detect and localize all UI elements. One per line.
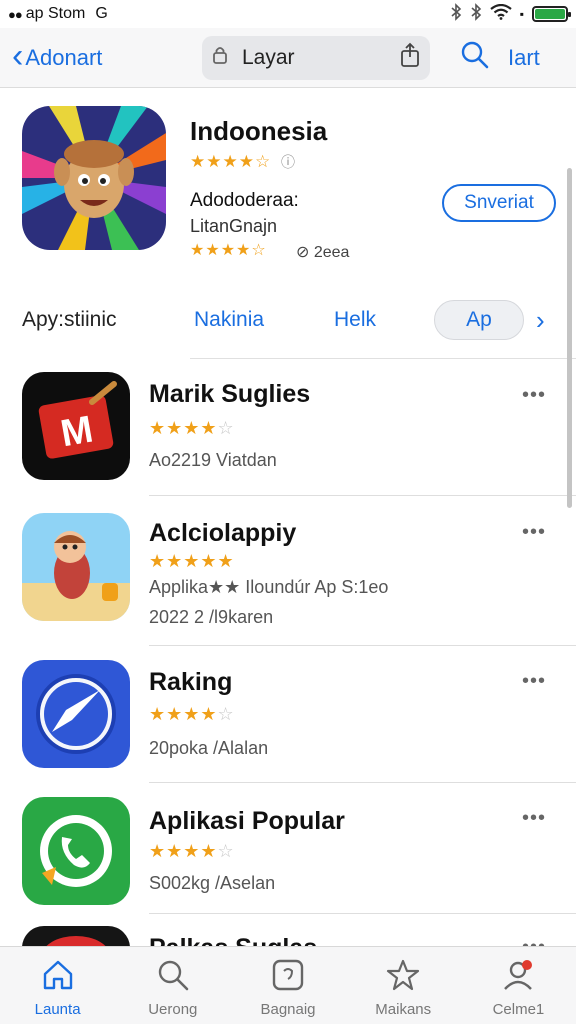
carrier-label: ap Stom <box>25 5 86 22</box>
tab-label: Bagnaig <box>260 1001 316 1018</box>
status-bar: ●● ap Stom G ▪ <box>0 0 576 28</box>
app-name: Marik Suglies <box>149 380 311 408</box>
featured-app-icon <box>22 106 166 250</box>
star-icon <box>385 957 421 997</box>
featured-rating-secondary: ★★★★☆ <box>190 242 267 259</box>
rating-empty-star: ☆ <box>217 418 235 438</box>
app-rating: ★★★★☆ <box>149 418 235 439</box>
tab-helk[interactable]: Helk <box>334 308 376 332</box>
app-name: Raking <box>149 668 233 696</box>
category-tabs: Apy:stiinic Nakinia Helk Ap › <box>0 290 576 350</box>
globe-label: G <box>95 5 108 22</box>
app-meta: Ao2219 Viatdan <box>149 450 277 470</box>
get-button[interactable]: Snveriat <box>442 184 556 222</box>
divider <box>149 495 576 496</box>
chevron-right-icon[interactable]: › <box>536 305 545 336</box>
home-icon <box>40 957 76 997</box>
bluetooth-icon <box>450 2 462 26</box>
apps-icon <box>270 957 306 997</box>
divider <box>149 913 576 914</box>
rating-empty-star: ☆ <box>217 841 235 861</box>
info-icon[interactable]: ⓘ <box>281 154 296 170</box>
divider <box>149 645 576 646</box>
app-icon: M <box>22 372 130 480</box>
app-icon <box>22 926 130 946</box>
signal-dots: ●● <box>8 6 23 22</box>
featured-rating: ★★★★☆ ⓘ <box>190 152 296 172</box>
back-label: Adonart <box>25 44 103 70</box>
tab-ap[interactable]: Ap <box>434 300 524 340</box>
nav-right-button[interactable]: Iart <box>508 45 540 71</box>
divider <box>149 782 576 783</box>
app-rating: ★★★★☆ <box>149 841 235 862</box>
list-item[interactable]: Palkas Suglas ••• <box>0 926 576 946</box>
search-field[interactable]: Layar <box>202 35 430 80</box>
app-meta-secondary: 2022 2 /l9karen <box>149 607 274 627</box>
tab-label: Maikans <box>375 1001 432 1018</box>
share-icon[interactable] <box>400 42 420 74</box>
search-text: Layar <box>242 45 295 69</box>
more-options-button[interactable]: ••• <box>522 521 546 544</box>
tab-nakinia[interactable]: Nakinia <box>194 308 264 332</box>
tab-launta[interactable]: Launta <box>0 947 115 1024</box>
tab-bar: Launta Uerong Bagnaig Maikans Celme1 <box>0 946 576 1024</box>
back-button[interactable]: ‹ Adonart <box>12 39 202 73</box>
app-meta: Applika★★ Iloundúr Ap S:1eo <box>149 577 389 597</box>
bars-icon: ▪ <box>519 7 524 21</box>
lock-icon <box>212 45 228 71</box>
divider <box>190 358 576 359</box>
more-options-button[interactable]: ••• <box>522 936 546 946</box>
list-item[interactable]: Aplikasi Popular ★★★★☆ S002kg /Aselan ••… <box>0 795 576 919</box>
app-icon <box>22 797 130 905</box>
app-name: Palkas Suglas <box>149 934 317 946</box>
tab-celme1[interactable]: Celme1 <box>461 947 576 1024</box>
app-meta: 20poka /Alalan <box>149 738 269 758</box>
more-options-button[interactable]: ••• <box>522 384 546 407</box>
list-item[interactable]: Raking ★★★★☆ 20poka /Alalan ••• <box>0 658 576 782</box>
search-icon[interactable] <box>460 40 490 76</box>
rating-stars: ★★★★ <box>149 418 218 438</box>
bluetooth-icon <box>470 2 482 26</box>
app-name: Aclciolappiy <box>149 519 297 547</box>
scrollbar[interactable] <box>567 168 572 508</box>
list-item[interactable]: Aclciolappiy ★★★★★ Applika★★ Iloundúr Ap… <box>0 513 576 645</box>
tab-bagnaig[interactable]: Bagnaig <box>230 947 345 1024</box>
tab-label: Uerong <box>148 1001 198 1018</box>
tab-label: Launta <box>34 1001 81 1018</box>
profile-icon <box>500 957 536 997</box>
featured-app-title: Indoonesia <box>190 116 328 146</box>
search-icon <box>155 957 191 997</box>
featured-subtitle: Adododeraa: <box>190 190 299 211</box>
featured-app[interactable]: Indoonesia ★★★★☆ ⓘ Adododeraa: LitanGnaj… <box>0 90 576 286</box>
rating-stars: ★★★★ <box>149 841 218 861</box>
app-rating: ★★★★★ <box>149 551 235 571</box>
app-icon <box>22 513 130 621</box>
rating-empty-star: ☆ <box>217 704 235 724</box>
featured-count: ⊘ 2eea <box>296 244 350 261</box>
tab-maikans[interactable]: Maikans <box>346 947 461 1024</box>
list-item[interactable]: M Marik Suglies ★★★★☆ Ao2219 Viatdan ••• <box>0 372 576 496</box>
tab-uerong[interactable]: Uerong <box>115 947 230 1024</box>
featured-developer: LitanGnajn <box>190 216 278 236</box>
tab-label: Celme1 <box>492 1001 545 1018</box>
app-name: Aplikasi Popular <box>149 807 345 835</box>
app-meta: S002kg /Aselan <box>149 873 276 893</box>
more-options-button[interactable]: ••• <box>522 807 546 830</box>
rating-stars: ★★★★ <box>149 704 218 724</box>
tabs-label: Apy:stiinic <box>22 308 117 331</box>
app-icon <box>22 660 130 768</box>
battery-icon <box>532 6 571 22</box>
navigation-bar: ‹ Adonart Layar Iart <box>0 28 576 88</box>
rating-stars: ★★★★☆ <box>190 152 272 171</box>
app-rating: ★★★★☆ <box>149 704 235 725</box>
chevron-left-icon: ‹ <box>12 36 24 75</box>
wifi-icon <box>490 3 512 25</box>
more-options-button[interactable]: ••• <box>522 670 546 693</box>
